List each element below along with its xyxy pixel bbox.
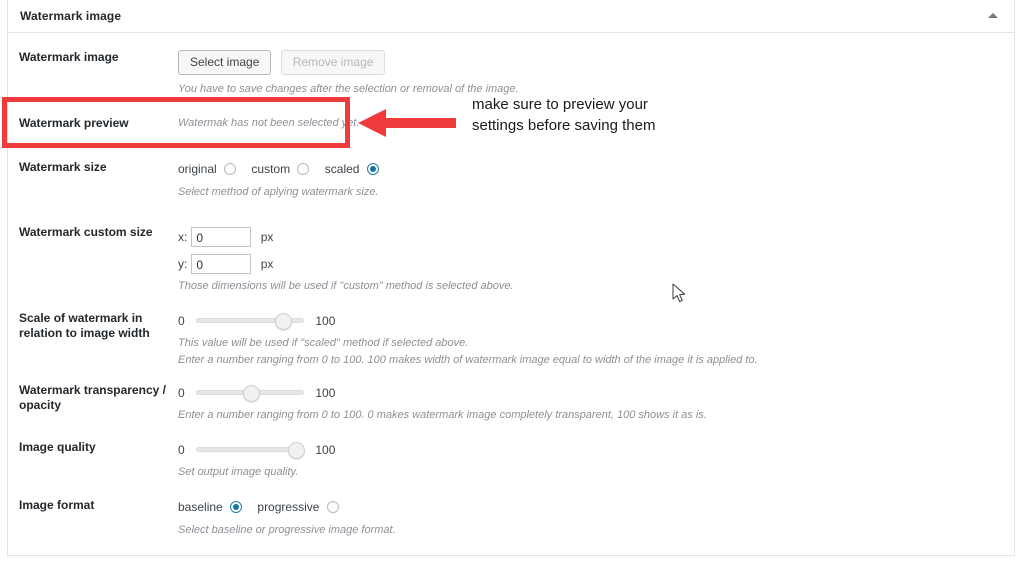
scale-slider-wrap: 0 100 [178, 311, 758, 331]
custom-size-x-prefix: x: [178, 229, 188, 244]
quality-slider[interactable] [196, 442, 305, 460]
panel-title: Watermark image [20, 9, 122, 23]
radio-original[interactable] [224, 162, 237, 175]
watermark-preview-value: Watermak has not been selected yet. [178, 117, 360, 129]
quality-slider-handle[interactable] [287, 442, 305, 460]
row-label-image-quality: Image quality [19, 440, 96, 454]
transparency-slider-min: 0 [178, 385, 185, 400]
watermark-settings-panel: Watermark image Watermark image Select i… [7, 0, 1015, 556]
select-image-button[interactable]: Select image [178, 50, 272, 75]
radio-item-progressive[interactable]: progressive [257, 498, 339, 515]
scale-description-2: Enter a number ranging from 0 to 100. 10… [178, 354, 758, 366]
custom-size-description: Those dimensions will be used if "custom… [178, 279, 514, 292]
row-label-scale-of-watermark: Scale of watermark in relation to image … [19, 311, 150, 340]
scale-slider-handle[interactable] [274, 313, 292, 331]
watermark-size-description: Select method of aplying watermark size. [178, 185, 379, 198]
radio-item-baseline[interactable]: baseline [178, 498, 243, 515]
callout-line-1: make sure to preview your [472, 96, 648, 113]
annotation-callout-text: make sure to preview your settings befor… [472, 94, 712, 136]
radio-item-custom[interactable]: custom [251, 160, 310, 177]
row-label-watermark-size: Watermark size [19, 160, 107, 174]
remove-image-button: Remove image [280, 50, 386, 75]
custom-size-y-unit: px [260, 256, 274, 271]
row-label-watermark-preview: Watermark preview [19, 116, 129, 130]
quality-slider-wrap: 0 100 [178, 440, 336, 460]
watermark-image-buttons: Select image Remove image [178, 50, 519, 75]
panel-header: Watermark image [8, 0, 1014, 33]
custom-size-x-input[interactable]: 0 [191, 226, 252, 247]
triangle-up-icon[interactable] [986, 9, 1000, 23]
radio-label-custom: custom [251, 161, 291, 176]
radio-label-progressive: progressive [257, 499, 320, 514]
custom-size-y-row: y: 0 px [178, 252, 514, 275]
radio-custom[interactable] [297, 162, 310, 175]
row-label-watermark-image: Watermark image [19, 50, 119, 64]
scale-slider-min: 0 [178, 313, 185, 328]
quality-slider-max: 100 [315, 442, 336, 457]
custom-size-x-row: x: 0 px [178, 225, 514, 248]
transparency-slider[interactable] [196, 385, 305, 403]
row-label-image-format: Image format [19, 498, 95, 512]
scale-description-1: This value will be used if "scaled" meth… [178, 337, 469, 349]
radio-item-scaled[interactable]: scaled [325, 160, 379, 177]
radio-baseline[interactable] [230, 500, 243, 513]
custom-size-x-unit: px [260, 229, 274, 244]
transparency-slider-wrap: 0 100 [178, 383, 707, 403]
radio-label-baseline: baseline [178, 499, 223, 514]
scale-slider[interactable] [196, 313, 305, 331]
radio-label-original: original [178, 161, 217, 176]
radio-label-scaled: scaled [324, 161, 360, 176]
quality-description: Set output image quality. [178, 466, 299, 478]
image-format-description: Select baseline or progressive image for… [178, 523, 396, 536]
scale-slider-max: 100 [315, 313, 336, 328]
transparency-description: Enter a number ranging from 0 to 100. 0 … [178, 409, 707, 421]
watermark-image-description: You have to save changes after the selec… [178, 83, 519, 95]
radio-progressive[interactable] [326, 500, 339, 513]
image-format-radio-group: baseline progressive [178, 498, 396, 515]
radio-scaled[interactable] [366, 162, 379, 175]
custom-size-y-input[interactable]: 0 [191, 253, 252, 274]
transparency-slider-handle[interactable] [243, 385, 261, 403]
triangle-up-glyph [988, 13, 998, 18]
radio-item-original[interactable]: original [178, 160, 237, 177]
custom-size-y-prefix: y: [178, 256, 188, 271]
watermark-size-radio-group: original custom scaled [178, 160, 391, 177]
row-label-watermark-transparency: Watermark transparency / opacity [19, 383, 166, 412]
row-label-watermark-custom-size: Watermark custom size [19, 225, 153, 239]
callout-line-2: settings before saving them [472, 117, 656, 134]
annotation-arrow-icon [358, 109, 456, 137]
quality-slider-min: 0 [178, 442, 185, 457]
transparency-slider-max: 100 [315, 385, 336, 400]
